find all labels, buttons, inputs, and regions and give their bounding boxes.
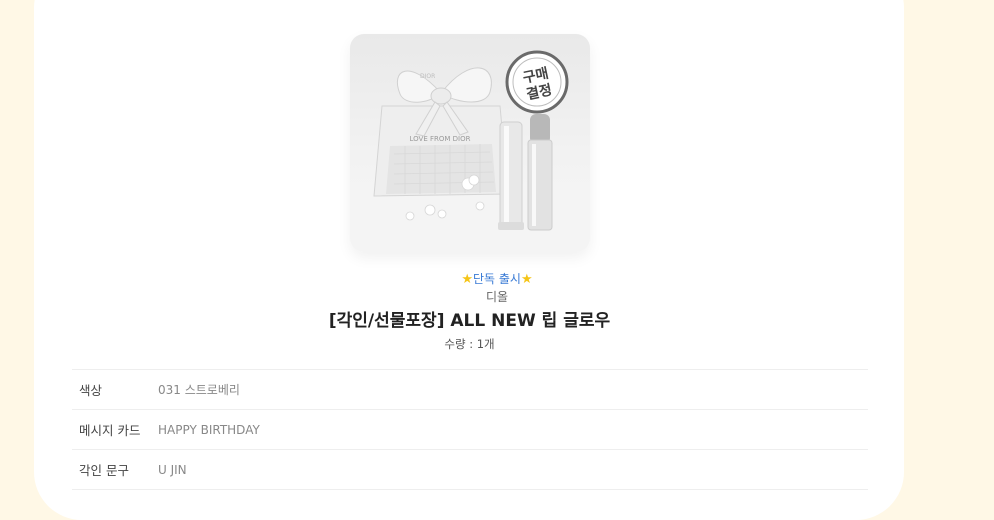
product-image: LOVE FROM DIOR DIOR 구매 결정 xyxy=(350,34,590,252)
option-value: U JIN xyxy=(158,462,187,477)
star-icon: ★ xyxy=(520,272,533,287)
star-icon: ★ xyxy=(461,272,473,287)
product-title: [각인/선물포장] ALL NEW 립 글로우 xyxy=(328,311,611,331)
bow-text-label: DIOR xyxy=(420,73,435,80)
brand-name: 디올 xyxy=(485,290,509,304)
option-label: 메시지 카드 xyxy=(79,423,141,438)
exclusive-label: ★단독 출시★ xyxy=(0,271,994,288)
option-list: 색상 031 스트로베리 메시지 카드 HAPPY BIRTHDAY 각인 문구… xyxy=(72,369,868,490)
option-label: 각인 문구 xyxy=(79,463,129,478)
option-label: 색상 xyxy=(79,383,103,398)
exclusive-text: 단독 출시 xyxy=(473,272,521,286)
option-row-engraving: 각인 문구 U JIN xyxy=(72,449,868,490)
option-row-color: 색상 031 스트로베리 xyxy=(72,369,868,409)
quantity-text: 수량 : 1개 xyxy=(444,337,495,351)
option-row-message-card: 메시지 카드 HAPPY BIRTHDAY xyxy=(72,409,868,449)
bag-text-label: LOVE FROM DIOR xyxy=(410,135,471,143)
option-value: HAPPY BIRTHDAY xyxy=(158,422,260,437)
option-value: 031 스트로베리 xyxy=(158,383,240,397)
